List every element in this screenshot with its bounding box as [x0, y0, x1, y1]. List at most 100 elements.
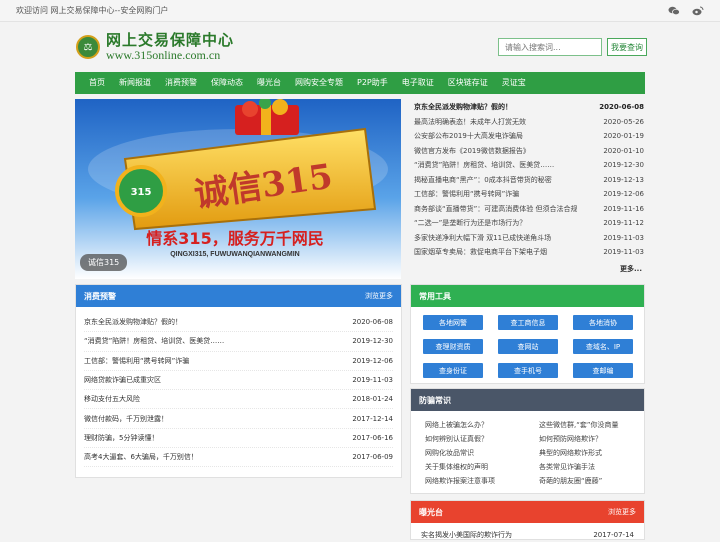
- search-button[interactable]: 我要查询: [607, 38, 647, 56]
- news-item[interactable]: “消费贷”陷阱！房租贷、培训贷、医美贷…… 2019-12-30: [414, 158, 644, 173]
- tool-button[interactable]: 查手机号: [498, 363, 558, 378]
- anti-fraud-title: 防骗常识: [419, 395, 451, 405]
- banner-slideshow[interactable]: 315 诚信315 情系315，服务万千网民 QINGXI315, FUWUWA…: [75, 99, 401, 279]
- wechat-icon[interactable]: [668, 6, 680, 16]
- news-item-date: 2020-06-08: [599, 103, 644, 112]
- alert-item[interactable]: 移动支付五大风险 2018-01-24: [84, 390, 393, 410]
- alert-item-date: 2019-12-06: [352, 356, 393, 365]
- news-item[interactable]: 揭秘直播电商“黑产”：0成本抖音带货的秘密 2019-12-13: [414, 173, 644, 188]
- tool-button[interactable]: 查域名、IP: [573, 339, 633, 354]
- alert-item-title: 移动支付五大风险: [84, 395, 140, 404]
- shield-emblem-icon: ⚖: [76, 35, 100, 59]
- news-item-title: 国家烟草专卖局：救促电商平台下架电子烟: [414, 248, 547, 257]
- nav-evidence[interactable]: 电子取证: [395, 72, 441, 94]
- nav-lingzheng[interactable]: 灵证宝: [495, 72, 533, 94]
- anti-fraud-panel: 防骗常识 网络上被骗怎么办？ 这些微信群,“套”你没商量 如何辨别认证真假？ 如何预防…: [410, 388, 645, 494]
- anti-fraud-link[interactable]: 各类常见诈骗手法: [539, 460, 639, 474]
- alert-item-date: 2019-12-30: [352, 337, 393, 346]
- tool-button[interactable]: 查工商信息: [498, 315, 558, 330]
- news-item-date: 2019-12-06: [603, 190, 644, 199]
- news-item-title: 公安部公布2019十大高发电诈骗局: [414, 132, 523, 141]
- anti-fraud-header: 防骗常识: [411, 389, 644, 411]
- news-item-title: 最高法明确表态！未成年人打赏无效: [414, 117, 526, 126]
- alert-item[interactable]: 工信部：警惕利用“携号转网”诈骗 2019-12-06: [84, 352, 393, 371]
- news-item[interactable]: 商务部谈“直播带货”：可建高消费体验 但须合法合规 2019-11-16: [414, 202, 644, 217]
- news-item[interactable]: 微信官方发布《2019微信数据报告》 2020-01-10: [414, 144, 644, 159]
- alerts-list: 京东全民派发购物津贴？假的！ 2020-06-08 “消费贷”陷阱！房租贷、培训贷、…: [76, 307, 401, 468]
- alert-item[interactable]: “消费贷”陷阱！房租贷、培训贷、医美贷…… 2019-12-30: [84, 332, 393, 352]
- anti-fraud-link[interactable]: 关于集体维权的声明: [425, 460, 535, 474]
- anti-fraud-link[interactable]: 网络欺诈报案注意事项: [425, 474, 535, 488]
- nav-news[interactable]: 新闻报道: [112, 72, 158, 94]
- welcome-text: 欢迎访问 网上交易保障中心--安全网购门户: [16, 6, 169, 15]
- anti-fraud-link[interactable]: 网络上被骗怎么办？: [425, 418, 535, 432]
- news-item-date: 2020-01-10: [603, 146, 644, 155]
- nav-security-topic[interactable]: 网购安全专题: [288, 72, 350, 94]
- news-item[interactable]: 工信部：警惕利用“携号转网”诈骗 2019-12-06: [414, 187, 644, 202]
- news-item[interactable]: 国家烟草专卖局：救促电商平台下架电子烟 2019-11-03: [414, 245, 644, 260]
- nav-exposure[interactable]: 曝光台: [250, 72, 288, 94]
- alert-item-title: 高考4大逼套、6大骗局，千万别信！: [84, 453, 198, 462]
- news-item-date: 2019-12-30: [603, 161, 644, 170]
- tools-header: 常用工具: [411, 285, 644, 307]
- alert-item-title: 网络贷款诈骗已成重灾区: [84, 376, 161, 385]
- tool-button[interactable]: 查网站: [498, 339, 558, 354]
- news-item-title: 多家快递净利大幅下滑 双11已成快递角斗场: [414, 233, 552, 242]
- tool-button[interactable]: 查身份证: [423, 363, 483, 378]
- anti-fraud-link[interactable]: 典型的网络欺诈形式: [539, 446, 639, 460]
- alert-item-date: 2017-06-16: [352, 433, 393, 442]
- exposure-item-title: 实名揭发小美国际的欺诈行为: [421, 531, 512, 539]
- news-item-date: 2020-05-26: [603, 117, 644, 126]
- alert-item[interactable]: 微信付款码，千万别泄露！ 2017-12-14: [84, 409, 393, 429]
- news-item-date: 2020-01-19: [603, 132, 644, 141]
- anti-fraud-link[interactable]: 这些微信群,“套”你没商量: [539, 418, 639, 432]
- nav-alerts[interactable]: 消费预警: [158, 72, 204, 94]
- alerts-header: 消费预警 浏览更多: [76, 285, 401, 307]
- alert-item[interactable]: 网络贷款诈骗已成重灾区 2019-11-03: [84, 371, 393, 391]
- tool-button[interactable]: 查邮编: [573, 363, 633, 378]
- alert-item[interactable]: 京东全民派发购物津贴？假的！ 2020-06-08: [84, 313, 393, 333]
- news-item[interactable]: 最高法明确表态！未成年人打赏无效 2020-05-26: [414, 115, 644, 130]
- news-item[interactable]: 多家快递净利大幅下滑 双11已成快递角斗场 2019-11-03: [414, 231, 644, 246]
- alerts-more-link[interactable]: 浏览更多: [365, 291, 393, 301]
- nav-protection[interactable]: 保障动态: [204, 72, 250, 94]
- main-nav: 首页 新闻报道 消费预警 保障动态 曝光台 网购安全专题 P2P助手 电子取证 …: [75, 72, 645, 94]
- news-more-link[interactable]: 更多...: [620, 264, 642, 274]
- news-item[interactable]: 京东全民派发购物津贴？假的！ 2020-06-08: [414, 100, 644, 115]
- tool-button[interactable]: 查理财资质: [423, 339, 483, 354]
- site-logo[interactable]: ⚖ 网上交易保障中心 www.315online.com.cn: [76, 32, 234, 62]
- alert-item-date: 2020-06-08: [352, 318, 393, 327]
- exposure-panel: 曝光台 浏览更多 实名揭发小美国际的欺诈行为 2017-07-14: [410, 500, 645, 540]
- anti-fraud-link[interactable]: 如何预防网络欺诈？: [539, 432, 639, 446]
- banner-caption[interactable]: 诚信315: [80, 254, 128, 271]
- nav-blockchain[interactable]: 区块链存证: [441, 72, 495, 94]
- banner-pinyin: QINGXI315, FUWUWANQIANWANGMIN: [170, 251, 300, 258]
- alerts-title: 消费预警: [84, 291, 116, 301]
- news-item[interactable]: 公安部公布2019十大高发电诈骗局 2020-01-19: [414, 129, 644, 144]
- tools-panel: 常用工具 各地网警 查工商信息 各地消协查理财资质 查网站 查域名、IP 查身份证 查手机号…: [410, 284, 645, 384]
- alert-item-date: 2018-01-24: [352, 395, 393, 404]
- anti-fraud-link[interactable]: 奇葩的朋友圈“鹿藤”: [539, 474, 639, 488]
- news-item-date: 2019-11-03: [603, 233, 644, 242]
- search-input[interactable]: [498, 38, 602, 56]
- news-item-title: “二选一”是垄断行为还是市场行为？: [414, 219, 527, 228]
- news-item-title: 微信官方发布《2019微信数据报告》: [414, 146, 530, 155]
- alert-item[interactable]: 高考4大逼套、6大骗局，千万别信！ 2017-06-09: [84, 448, 393, 468]
- tools-title: 常用工具: [419, 291, 451, 301]
- anti-fraud-link[interactable]: 如何辨别认证真假？: [425, 432, 535, 446]
- news-item[interactable]: “二选一”是垄断行为还是市场行为？ 2019-11-12: [414, 216, 644, 231]
- tool-button[interactable]: 各地消协: [573, 315, 633, 330]
- logo-url: www.315online.com.cn: [106, 48, 221, 62]
- nav-home[interactable]: 首页: [83, 72, 112, 94]
- alert-item[interactable]: 理财防骗，5分钟读懂！ 2017-06-16: [84, 429, 393, 449]
- nav-p2p[interactable]: P2P助手: [350, 72, 395, 94]
- news-item-title: “消费贷”陷阱！房租贷、培训贷、医美贷……: [414, 161, 555, 170]
- exposure-more-link[interactable]: 浏览更多: [608, 507, 636, 517]
- anti-fraud-link[interactable]: 网购化妆品常识: [425, 446, 535, 460]
- alert-item-title: 工信部：警惕利用“携号转网”诈骗: [84, 356, 190, 365]
- weibo-icon[interactable]: [692, 6, 704, 16]
- search-box: 我要查询: [498, 38, 647, 56]
- tool-button[interactable]: 各地网警: [423, 315, 483, 330]
- news-item-title: 揭秘直播电商“黑产”：0成本抖音带货的秘密: [414, 175, 552, 184]
- anti-fraud-list: 网络上被骗怎么办？ 这些微信群,“套”你没商量 如何辨别认证真假？ 如何预防网络欺诈？…: [411, 411, 644, 495]
